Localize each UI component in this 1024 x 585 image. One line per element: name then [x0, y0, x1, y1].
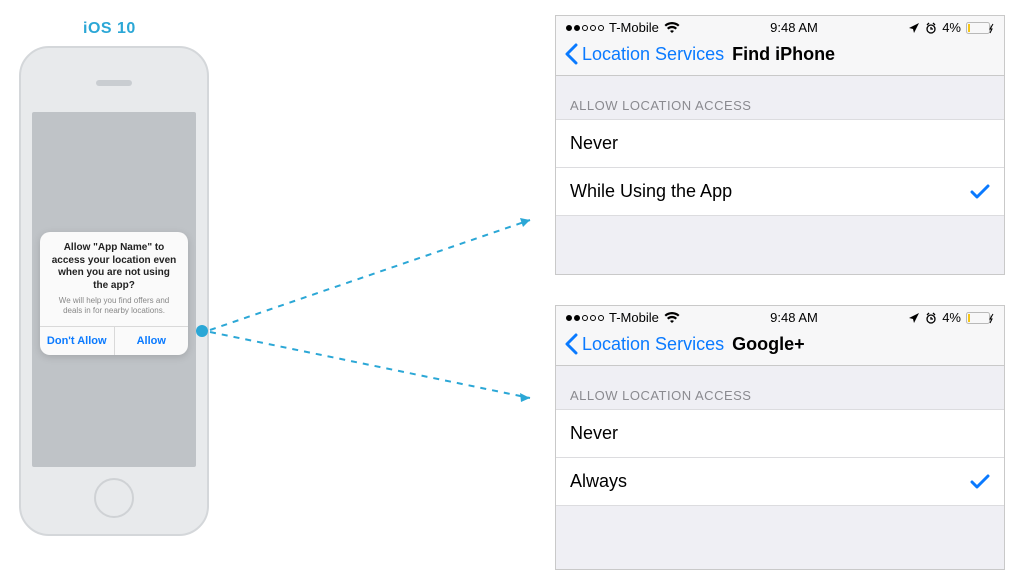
- option-row-while-using[interactable]: While Using the App: [556, 167, 1004, 216]
- dont-allow-button[interactable]: Don't Allow: [40, 327, 115, 355]
- page-title: Google+: [732, 334, 805, 355]
- clock-label: 9:48 AM: [770, 20, 818, 35]
- signal-strength-icon: [566, 25, 604, 31]
- phone-speaker: [96, 80, 132, 86]
- battery-icon: [966, 21, 994, 35]
- checkmark-icon: [970, 184, 990, 200]
- settings-panel-google-plus: T-Mobile 9:48 AM 4%: [555, 305, 1005, 570]
- phone-screen: Allow "App Name" to access your location…: [32, 112, 196, 467]
- carrier-label: T-Mobile: [609, 310, 659, 325]
- alarm-icon: [925, 312, 937, 324]
- alarm-icon: [925, 22, 937, 34]
- option-label: While Using the App: [570, 181, 732, 202]
- status-bar: T-Mobile 9:48 AM 4%: [556, 306, 1004, 327]
- clock-label: 9:48 AM: [770, 310, 818, 325]
- dialog-subtitle: We will help you find offers and deals i…: [40, 296, 188, 326]
- wifi-icon: [664, 22, 680, 34]
- allow-button[interactable]: Allow: [115, 327, 189, 355]
- status-bar: T-Mobile 9:48 AM 4%: [556, 16, 1004, 37]
- checkmark-icon: [970, 474, 990, 490]
- wifi-icon: [664, 312, 680, 324]
- option-row-never[interactable]: Never: [556, 409, 1004, 457]
- battery-percent: 4%: [942, 20, 961, 35]
- home-button[interactable]: [94, 478, 134, 518]
- back-button[interactable]: Location Services: [582, 44, 724, 65]
- option-label: Never: [570, 133, 618, 154]
- location-arrow-icon: [908, 312, 920, 324]
- signal-strength-icon: [566, 315, 604, 321]
- option-label: Always: [570, 471, 627, 492]
- dialog-title: Allow "App Name" to access your location…: [40, 232, 188, 296]
- location-arrow-icon: [908, 22, 920, 34]
- battery-icon: [966, 311, 994, 325]
- option-row-never[interactable]: Never: [556, 119, 1004, 167]
- carrier-label: T-Mobile: [609, 20, 659, 35]
- location-permission-dialog: Allow "App Name" to access your location…: [40, 232, 188, 355]
- iphone-mockup: Allow "App Name" to access your location…: [19, 46, 209, 536]
- option-row-always[interactable]: Always: [556, 457, 1004, 506]
- back-button[interactable]: Location Services: [582, 334, 724, 355]
- section-header: ALLOW LOCATION ACCESS: [556, 366, 1004, 409]
- nav-bar: Location Services Google+: [556, 327, 1004, 366]
- section-header: ALLOW LOCATION ACCESS: [556, 76, 1004, 119]
- callout-dot: [196, 325, 208, 337]
- page-title: Find iPhone: [732, 44, 835, 65]
- back-chevron-icon[interactable]: [564, 43, 578, 65]
- nav-bar: Location Services Find iPhone: [556, 37, 1004, 76]
- settings-panel-find-iphone: T-Mobile 9:48 AM 4%: [555, 15, 1005, 275]
- ios-version-label: iOS 10: [83, 20, 136, 38]
- back-chevron-icon[interactable]: [564, 333, 578, 355]
- battery-percent: 4%: [942, 310, 961, 325]
- option-label: Never: [570, 423, 618, 444]
